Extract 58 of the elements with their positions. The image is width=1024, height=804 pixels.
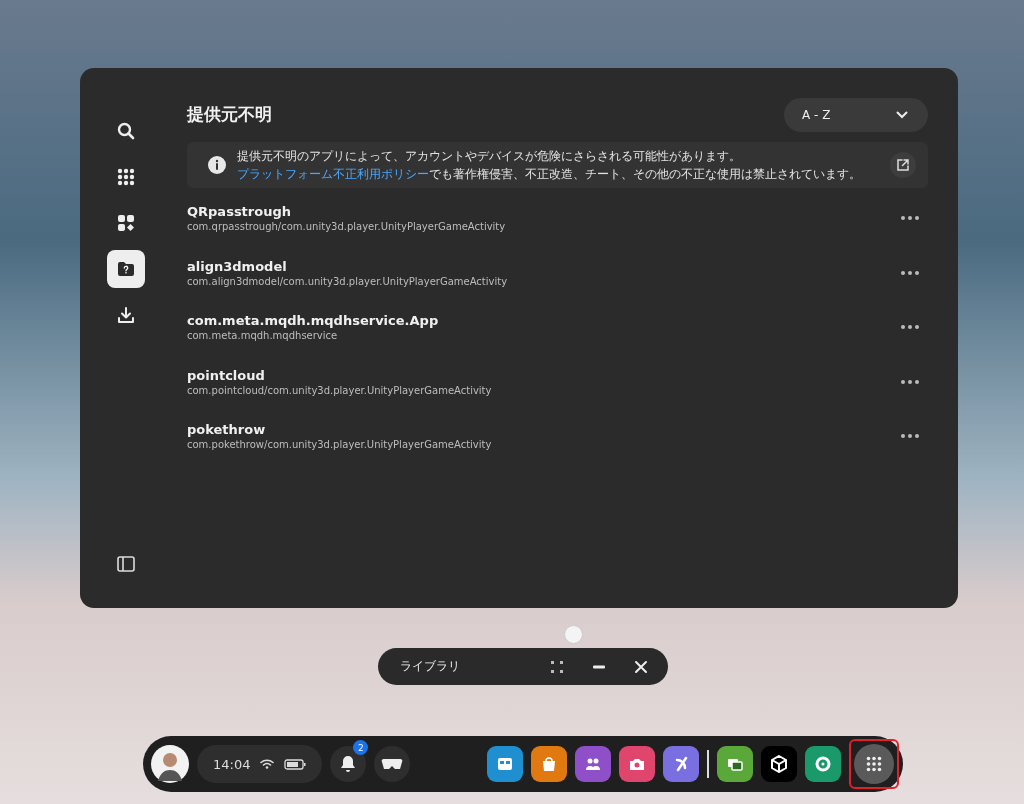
window-icon <box>496 755 514 773</box>
notification-count-badge: 2 <box>353 740 369 755</box>
app-name[interactable]: align3dmodel <box>187 258 287 274</box>
ring-icon <box>814 755 832 773</box>
minimize-icon[interactable] <box>592 664 606 669</box>
bell-icon <box>340 755 357 773</box>
status-pill[interactable]: 14:04 <box>197 745 323 783</box>
headset-icon <box>381 757 404 771</box>
app-name[interactable]: com.meta.mqdh.mqdhservice.App <box>187 313 439 329</box>
notifications-button[interactable] <box>330 746 367 782</box>
ellipsis-icon <box>900 378 920 385</box>
external-link-icon <box>896 158 910 172</box>
page-title: 提供元不明 <box>187 102 272 126</box>
bag-icon <box>540 755 558 773</box>
dock-browser-app[interactable] <box>487 746 523 782</box>
headset-button[interactable] <box>374 746 411 782</box>
dock-camera-app[interactable] <box>619 746 655 782</box>
dot-grid-icon <box>866 756 882 772</box>
resize-handle[interactable] <box>564 625 583 644</box>
close-icon[interactable] <box>634 659 648 674</box>
sidebar-unknown-button[interactable] <box>107 250 145 288</box>
dock-people-app[interactable] <box>575 746 611 782</box>
dock-store-app[interactable] <box>531 746 567 782</box>
dock-unity-app[interactable] <box>761 746 797 782</box>
window-title: ライブラリ <box>400 658 461 675</box>
app-name[interactable]: pointcloud <box>187 367 265 383</box>
clock-time: 14:04 <box>213 756 251 772</box>
warning-text: 提供元不明のアプリによって、アカウントやデバイスが危険にさらされる可能性があります。 プラットフォーム不正利用ポリシーでも著作権侵害、不正改造、チート、その他の不正な使用は禁止されています。 <box>237 148 862 183</box>
app-name[interactable]: pokethrow <box>187 422 266 438</box>
dock-settings-app[interactable] <box>805 746 841 782</box>
ellipsis-icon <box>900 269 920 276</box>
download-icon <box>117 306 135 324</box>
ellipsis-icon <box>900 215 920 222</box>
sort-dropdown[interactable]: A - Z <box>784 98 928 132</box>
avatar-icon[interactable] <box>151 745 189 783</box>
policy-link[interactable]: プラットフォーム不正利用ポリシー <box>237 167 429 181</box>
ellipsis-icon <box>900 433 920 440</box>
dock-gallery-app[interactable] <box>717 746 753 782</box>
cube-icon <box>770 755 788 773</box>
app-name[interactable]: QRpasstrough <box>187 204 291 220</box>
search-icon <box>117 122 135 140</box>
app-package: com.qrpasstrough/com.unity3d.player.UnityPlayerGameActivity <box>187 221 506 233</box>
app-package: com.pokethrow/com.unity3d.player.UnityPlayerGameActivity <box>187 439 492 451</box>
info-icon <box>207 155 227 175</box>
app-package: com.align3dmodel/com.unity3d.player.UnityPlayerGameActivity <box>187 275 508 287</box>
fullscreen-icon[interactable] <box>550 659 564 674</box>
open-external-button[interactable] <box>890 152 916 178</box>
dot-grid-icon <box>117 168 135 186</box>
dock-explore-app[interactable] <box>663 746 699 782</box>
sidebar-toggle-icon[interactable] <box>117 556 135 572</box>
app-package: com.meta.mqdh.mqdhservice <box>187 330 338 342</box>
ellipsis-icon <box>900 324 920 331</box>
chevron-down-icon <box>896 111 908 119</box>
wifi-icon <box>260 759 275 769</box>
tiles-icon <box>117 214 135 232</box>
battery-icon <box>284 758 307 770</box>
folder-question-icon <box>117 261 135 277</box>
app-package: com.pointcloud/com.unity3d.player.UnityPlayerGameActivity <box>187 384 492 396</box>
